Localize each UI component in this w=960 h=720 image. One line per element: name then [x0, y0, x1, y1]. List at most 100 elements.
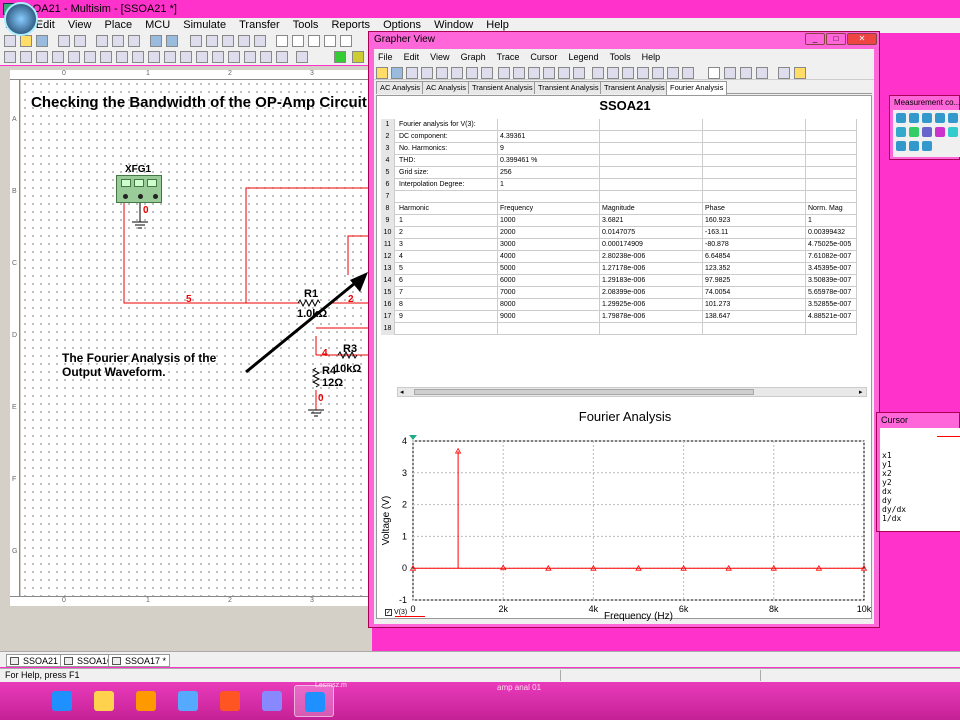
y-tick-label: 2 [402, 500, 407, 510]
data-points-icon[interactable] [558, 67, 570, 79]
paste-icon[interactable] [451, 67, 463, 79]
table-row[interactable]: 18 [381, 323, 857, 335]
probe-cyan-icon[interactable] [948, 127, 958, 137]
function-generator-xfg1[interactable] [116, 175, 162, 203]
export-icon[interactable] [756, 67, 768, 79]
close-button[interactable]: ✕ [847, 33, 877, 45]
tab-transient-analysis-2[interactable]: Transient Analysis [534, 81, 603, 94]
scroll-left-icon[interactable]: ◂ [400, 388, 404, 396]
doc-tab-ssoa21[interactable]: SSOA21 * [6, 654, 69, 667]
probe-magenta-icon[interactable] [935, 127, 945, 137]
invert-colors-icon[interactable] [724, 67, 736, 79]
table-cell: 5 [397, 263, 498, 275]
print-icon[interactable] [466, 67, 478, 79]
trace-icon[interactable] [543, 67, 555, 79]
grapher-menu-edit[interactable]: Edit [400, 50, 424, 64]
table-row[interactable]: 11 3 3000 0.000174909 -80.878 4.75025e-005 [381, 239, 857, 251]
probe-clear-icon[interactable] [922, 141, 932, 151]
table-row[interactable]: 16 8 8000 1.29925e-006 101.273 3.52855e-007 [381, 299, 857, 311]
probe-differential-icon[interactable] [935, 113, 945, 123]
taskbar-powerpoint[interactable] [252, 685, 292, 717]
table-row[interactable]: 12 4 4000 2.80238e-006 6.64854 7.61082e-007 [381, 251, 857, 263]
taskbar-firefox[interactable] [168, 685, 208, 717]
table-row[interactable]: 8 Harmonic Frequency Magnitude Phase Norm. Ma… [381, 203, 857, 215]
plot-area[interactable] [412, 440, 865, 601]
taskbar-media[interactable] [126, 685, 166, 717]
text-icon[interactable] [708, 67, 720, 79]
zoom-y-icon[interactable] [652, 67, 664, 79]
zoom-x-icon[interactable] [637, 67, 649, 79]
save-icon[interactable] [391, 67, 403, 79]
table-row[interactable]: 3 No. Harmonics: 9 [381, 143, 857, 155]
probe-violet-icon[interactable] [922, 127, 932, 137]
open-icon[interactable] [376, 67, 388, 79]
grapher-menu-tools[interactable]: Tools [606, 50, 635, 64]
legend-checkbox[interactable]: ✓ [385, 609, 392, 616]
copy-icon[interactable] [436, 67, 448, 79]
table-row[interactable]: 15 7 7000 2.08399e-006 74.0054 5.65978e-007 [381, 287, 857, 299]
table-row[interactable]: 7 [381, 191, 857, 203]
zoom-out-icon[interactable] [607, 67, 619, 79]
pan-icon[interactable] [682, 67, 694, 79]
tab-fourier-analysis[interactable]: Fourier Analysis [666, 81, 728, 95]
table-row[interactable]: 17 9 9000 1.79878e-006 138.647 4.88521e-007 [381, 311, 857, 323]
zoom-fit-icon[interactable] [667, 67, 679, 79]
table-cell: 101.273 [703, 299, 806, 311]
start-button-icon[interactable] [4, 2, 38, 36]
scrollbar-thumb[interactable] [414, 389, 754, 395]
taskbar-explorer[interactable] [84, 685, 124, 717]
grapher-menu-graph[interactable]: Graph [457, 50, 490, 64]
tab-transient-analysis-1[interactable]: Transient Analysis [468, 81, 537, 94]
grapher-menu-view[interactable]: View [426, 50, 453, 64]
fourier-plot[interactable]: 0 2k 4k 6k 8k 10k-101234Frequency (Hz)Voltage… [377, 421, 873, 621]
table-row[interactable]: 5 Grid size: 256 [381, 167, 857, 179]
scroll-right-icon[interactable]: ▸ [859, 388, 863, 396]
zoom-in-icon[interactable] [592, 67, 604, 79]
grapher-menu-trace[interactable]: Trace [493, 50, 524, 64]
grapher-menu-file[interactable]: File [374, 50, 397, 64]
table-row[interactable]: 10 2 2000 0.0147075 -163.11 0.00399432 [381, 227, 857, 239]
cursor-icon[interactable] [528, 67, 540, 79]
page-properties-icon[interactable] [778, 67, 790, 79]
grapher-menu-legend[interactable]: Legend [564, 50, 602, 64]
taskbar-app5[interactable] [210, 685, 250, 717]
table-row[interactable]: 1 Fourier analysis for V(3): [381, 119, 857, 131]
tab-ac-analysis-1[interactable]: AC Analysis [376, 81, 425, 94]
print-preview-icon[interactable] [481, 67, 493, 79]
maximize-button[interactable]: □ [826, 33, 846, 45]
probe-reverse-icon[interactable] [909, 141, 919, 151]
table-horizontal-scrollbar[interactable]: ◂ ▸ [397, 387, 867, 397]
table-cell [600, 167, 703, 179]
probe-blue-icon[interactable] [896, 127, 906, 137]
probe-power-icon[interactable] [922, 113, 932, 123]
overlay-traces-icon[interactable] [740, 67, 752, 79]
minimize-button[interactable]: _ [805, 33, 825, 45]
zoom-area-icon[interactable] [622, 67, 634, 79]
tab-ac-analysis-2[interactable]: AC Analysis [422, 81, 471, 94]
table-row[interactable]: 14 6 6000 1.29183e-006 97.9825 3.50839e-007 [381, 275, 857, 287]
cut-icon[interactable] [421, 67, 433, 79]
legend-icon[interactable] [513, 67, 525, 79]
probe-current-icon[interactable] [909, 113, 919, 123]
y-tick-label: 3 [402, 468, 407, 478]
table-row[interactable]: 4 THD: 0.399461 % [381, 155, 857, 167]
probe-green-icon[interactable] [909, 127, 919, 137]
table-row[interactable]: 13 5 5000 1.27178e-006 123.352 3.45395e-007 [381, 263, 857, 275]
tab-transient-analysis-3[interactable]: Transient Analysis [600, 81, 669, 94]
cursor-marker-icon[interactable] [409, 435, 417, 440]
exchange-icon[interactable] [794, 67, 806, 79]
undo-icon[interactable] [406, 67, 418, 79]
taskbar-ie[interactable] [42, 685, 82, 717]
probe-digital-icon[interactable] [948, 113, 958, 123]
taskbar-multisim[interactable] [294, 685, 334, 717]
probe-voltage-icon[interactable] [896, 113, 906, 123]
grid-icon[interactable] [498, 67, 510, 79]
grapher-menu-cursor[interactable]: Cursor [526, 50, 561, 64]
table-row[interactable]: 2 DC component: 4.39361 [381, 131, 857, 143]
line-style-icon[interactable] [573, 67, 585, 79]
table-row[interactable]: 6 Interpolation Degree: 1 [381, 179, 857, 191]
probe-settings-icon[interactable] [896, 141, 906, 151]
doc-tab-ssoa17[interactable]: SSOA17 * [108, 654, 171, 667]
table-row[interactable]: 9 1 1000 3.6821 160.923 1 [381, 215, 857, 227]
grapher-menu-help[interactable]: Help [638, 50, 665, 64]
